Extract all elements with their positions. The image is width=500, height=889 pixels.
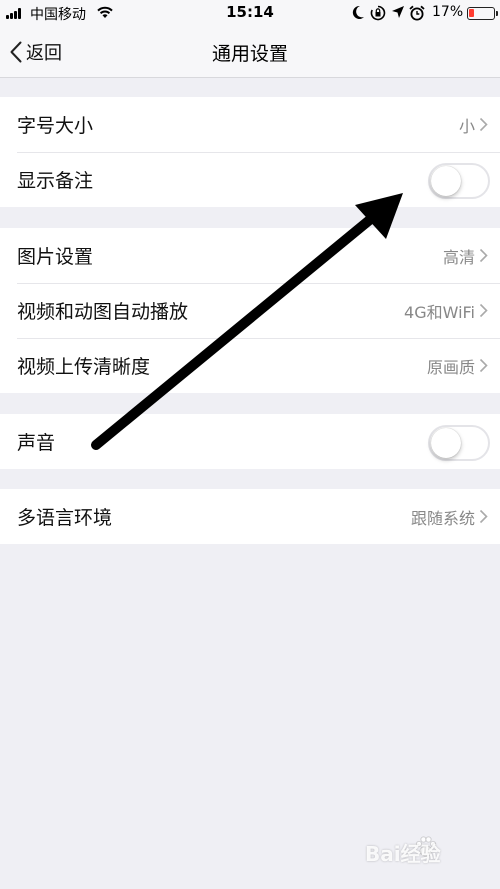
- battery-icon: [467, 7, 498, 20]
- image-settings-value: 高清: [442, 247, 475, 267]
- show-remarks-label: 显示备注: [17, 170, 94, 192]
- upload-quality-row[interactable]: 视频上传清晰度 原画质: [0, 338, 500, 393]
- rotation-lock-icon: [370, 5, 386, 21]
- font-size-value: 小: [458, 116, 475, 136]
- show-remarks-row: 显示备注: [0, 152, 500, 207]
- status-bar: 中国移动 15:14 17%: [0, 0, 500, 26]
- language-label: 多语言环境: [17, 507, 113, 529]
- page-title: 通用设置: [211, 43, 288, 65]
- upload-quality-label: 视频上传清晰度: [17, 356, 151, 378]
- font-size-label: 字号大小: [17, 115, 94, 137]
- autoplay-value: 4G和WiFi: [404, 302, 475, 322]
- autoplay-label: 视频和动图自动播放: [17, 301, 189, 323]
- autoplay-row[interactable]: 视频和动图自动播放 4G和WiFi: [0, 283, 500, 338]
- status-time: 15:14: [226, 3, 274, 21]
- location-icon: [392, 6, 404, 18]
- chevron-right-icon: [479, 248, 488, 263]
- settings-group-text: 字号大小 小 显示备注: [0, 97, 500, 207]
- settings-group-sound: 声音: [0, 414, 500, 469]
- chevron-right-icon: [479, 358, 488, 373]
- language-value: 跟随系统: [410, 508, 475, 528]
- chevron-right-icon: [479, 303, 488, 318]
- settings-group-media: 图片设置 高清 视频和动图自动播放 4G和WiFi 视频上传清晰度 原画质: [0, 228, 500, 393]
- sound-label: 声音: [17, 432, 56, 454]
- sound-toggle[interactable]: [428, 425, 490, 461]
- image-settings-label: 图片设置: [17, 246, 94, 268]
- watermark: Bai经验: [365, 842, 441, 866]
- battery-fill: [469, 9, 474, 17]
- chevron-right-icon: [479, 509, 488, 524]
- show-remarks-toggle[interactable]: [428, 163, 490, 199]
- upload-quality-value: 原画质: [426, 357, 475, 377]
- battery-percent: 17%: [432, 4, 464, 20]
- language-row[interactable]: 多语言环境 跟随系统: [0, 489, 500, 544]
- font-size-row[interactable]: 字号大小 小: [0, 97, 500, 152]
- sound-row: 声音: [0, 414, 500, 469]
- image-settings-row[interactable]: 图片设置 高清: [0, 228, 500, 283]
- moon-icon: [352, 5, 364, 19]
- alarm-icon: [409, 5, 425, 21]
- toggle-knob: [431, 428, 461, 458]
- chevron-right-icon: [479, 117, 488, 132]
- toggle-knob: [431, 166, 461, 196]
- navigation-bar: 返回 通用设置: [0, 26, 500, 78]
- settings-group-language: 多语言环境 跟随系统: [0, 489, 500, 544]
